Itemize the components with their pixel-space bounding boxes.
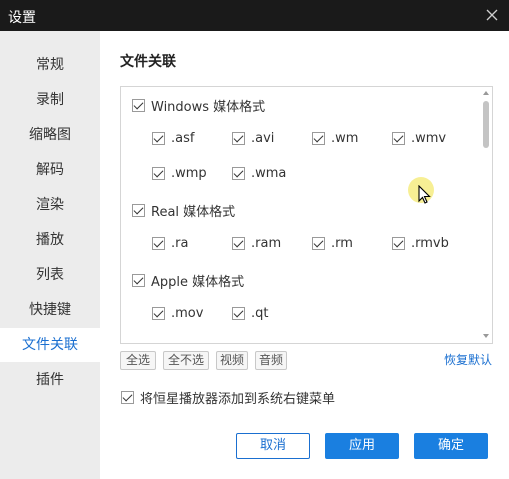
checkbox[interactable]	[392, 132, 405, 145]
context-menu-label: 将恒星播放器添加到系统右键菜单	[140, 392, 336, 407]
scroll-down-icon[interactable]	[483, 334, 489, 338]
ext-label: .avi	[251, 131, 275, 146]
checkbox[interactable]	[152, 307, 165, 320]
checkbox[interactable]	[232, 237, 245, 250]
checkbox[interactable]	[312, 237, 325, 250]
sidebar-item-general[interactable]: 常规	[0, 48, 100, 82]
section-title: 文件关联	[120, 54, 176, 70]
ext-label: .wmp	[171, 166, 207, 181]
audio-button[interactable]: 音频	[255, 351, 287, 370]
ext-checkbox[interactable]: .wmv	[392, 131, 446, 146]
scroll-up-icon[interactable]	[483, 91, 489, 95]
ext-label: .mov	[171, 306, 204, 321]
ext-label: .wm	[331, 131, 359, 146]
ext-label: .ra	[171, 236, 189, 251]
context-menu-checkbox[interactable]: 将恒星播放器添加到系统右键菜单	[121, 388, 335, 407]
restore-default-link[interactable]: 恢复默认	[444, 351, 492, 368]
ext-label: .wmv	[411, 131, 447, 146]
sidebar-item-record[interactable]: 录制	[0, 83, 100, 117]
ext-checkbox[interactable]: .wm	[312, 131, 358, 146]
sidebar-item-hotkeys[interactable]: 快捷键	[0, 293, 100, 327]
checkbox[interactable]	[132, 274, 145, 287]
checkbox[interactable]	[232, 307, 245, 320]
checkbox[interactable]	[132, 99, 145, 112]
checkbox[interactable]	[121, 391, 134, 404]
ext-checkbox[interactable]: .avi	[232, 131, 274, 146]
group-label: Windows 媒体格式	[151, 100, 266, 115]
ext-checkbox[interactable]: .wma	[232, 166, 286, 181]
ext-checkbox[interactable]: .rm	[312, 236, 353, 251]
ext-checkbox[interactable]: .asf	[152, 131, 194, 146]
ok-button[interactable]: 确定	[414, 433, 488, 459]
checkbox[interactable]	[312, 132, 325, 145]
ext-label: .asf	[171, 131, 195, 146]
mouse-cursor-icon	[408, 177, 434, 204]
file-type-list[interactable]: Windows 媒体格式 .asf .avi .wm .wmv .wmp .wm…	[120, 86, 493, 344]
ext-label: .ram	[251, 236, 282, 251]
ext-checkbox[interactable]: .ram	[232, 236, 281, 251]
sidebar-item-thumbnail[interactable]: 缩略图	[0, 118, 100, 152]
group-label: Apple 媒体格式	[151, 275, 245, 290]
group-checkbox-windows[interactable]: Windows 媒体格式	[132, 96, 265, 115]
group-checkbox-apple[interactable]: Apple 媒体格式	[132, 271, 244, 290]
checkbox[interactable]	[152, 167, 165, 180]
checkbox[interactable]	[392, 237, 405, 250]
select-all-button[interactable]: 全选	[120, 351, 156, 370]
sidebar-item-decode[interactable]: 解码	[0, 153, 100, 187]
ext-checkbox[interactable]: .rmvb	[392, 236, 449, 251]
checkbox[interactable]	[152, 237, 165, 250]
group-label: Real 媒体格式	[151, 205, 236, 220]
sidebar-item-plugins[interactable]: 插件	[0, 363, 100, 397]
ext-label: .rmvb	[411, 236, 449, 251]
ext-label: .qt	[251, 306, 269, 321]
ext-label: .rm	[331, 236, 353, 251]
checkbox[interactable]	[132, 204, 145, 217]
cancel-button[interactable]: 取消	[236, 433, 310, 459]
video-button[interactable]: 视频	[216, 351, 248, 370]
checkbox[interactable]	[152, 132, 165, 145]
group-checkbox-real[interactable]: Real 媒体格式	[132, 201, 235, 220]
close-icon[interactable]	[484, 7, 500, 23]
scrollbar-thumb[interactable]	[483, 101, 489, 148]
sidebar-item-playback[interactable]: 播放	[0, 223, 100, 257]
sidebar: 常规 录制 缩略图 解码 渲染 播放 列表 快捷键 文件关联 插件	[0, 31, 100, 479]
ext-checkbox[interactable]: .ra	[152, 236, 188, 251]
ext-checkbox[interactable]: .mov	[152, 306, 203, 321]
checkbox[interactable]	[232, 167, 245, 180]
checkbox[interactable]	[232, 132, 245, 145]
sidebar-item-list[interactable]: 列表	[0, 258, 100, 292]
sidebar-item-render[interactable]: 渲染	[0, 188, 100, 222]
sidebar-item-file-association[interactable]: 文件关联	[0, 328, 100, 362]
main-panel: 文件关联 Windows 媒体格式 .asf .avi .wm .wmv .wm…	[100, 31, 509, 479]
select-none-button[interactable]: 全不选	[163, 351, 209, 370]
apply-button[interactable]: 应用	[325, 433, 399, 459]
window-title: 设置	[8, 10, 36, 26]
ext-label: .wma	[251, 166, 287, 181]
ext-checkbox[interactable]: .wmp	[152, 166, 207, 181]
ext-checkbox[interactable]: .qt	[232, 306, 268, 321]
scrollbar[interactable]	[480, 87, 492, 343]
title-bar: 设置	[0, 0, 509, 31]
